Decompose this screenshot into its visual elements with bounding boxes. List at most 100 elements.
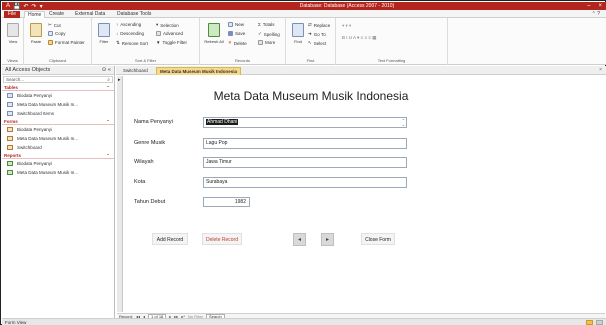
nav-item-table[interactable]: Meta Data Museum Musik In...: [2, 100, 114, 109]
font-controls[interactable]: ▾ ▾ ▾: [342, 23, 351, 29]
add-record-button[interactable]: Add Record: [152, 233, 188, 245]
customize-qat-icon[interactable]: ▾: [40, 3, 43, 10]
close-button[interactable]: ×: [598, 3, 602, 9]
field-label-wilayah: Wilayah: [134, 159, 154, 165]
views-group: View Views: [2, 18, 24, 65]
more-button[interactable]: More: [258, 40, 275, 45]
current-record-icon: ▸: [118, 77, 121, 83]
cut-button[interactable]: ✂ Cut: [48, 22, 61, 28]
close-document-icon[interactable]: ×: [599, 67, 602, 73]
field-label-kota: Kota: [134, 179, 146, 185]
table-icon: [7, 93, 13, 98]
toggle-filter-button[interactable]: ▼ Toggle Filter: [156, 40, 187, 45]
form-view-icon[interactable]: [586, 320, 593, 325]
view-button[interactable]: View: [4, 23, 22, 44]
goto-icon: ➜: [308, 31, 312, 36]
help-icon[interactable]: ⌃ ?: [592, 11, 600, 17]
layout-view-icon[interactable]: [596, 320, 603, 325]
ribbon: View Views Paste ✂ Cut Copy Format Painte…: [2, 18, 606, 65]
nav-section-forms[interactable]: Forms ⌃: [2, 118, 114, 125]
remove-sort-button[interactable]: ⇅ Remove Sort: [116, 40, 148, 46]
status-text: Form View: [5, 320, 27, 325]
toggle-filter-icon: ▼: [156, 40, 161, 45]
spelling-icon: ✓: [258, 31, 262, 36]
delete-record-form-button[interactable]: Delete Record: [202, 233, 242, 245]
next-record-button[interactable]: ▸: [321, 233, 334, 246]
selection-button[interactable]: ▾ Selection: [156, 22, 179, 28]
table-icon: [7, 102, 13, 107]
ribbon-tabs: File Home Create External Data Database …: [2, 10, 606, 18]
nav-section-reports[interactable]: Reports ⌃: [2, 152, 114, 159]
refresh-icon: [208, 23, 220, 37]
minimize-button[interactable]: –: [587, 3, 590, 9]
format-painter-button[interactable]: Format Painter: [48, 40, 85, 45]
chevron-up-icon: ⌃: [106, 85, 110, 90]
kota-field[interactable]: Surabaya: [203, 177, 407, 188]
totals-button[interactable]: Σ Totals: [258, 22, 275, 27]
text-formatting-group: ▾ ▾ ▾ B I U A ▾ ≡ ≡ ≡ ▦ Text Formatting: [336, 18, 448, 65]
spelling-button[interactable]: ✓ Spelling: [258, 31, 280, 37]
new-record-button[interactable]: New: [228, 22, 244, 27]
nav-item-report[interactable]: Meta Data Museum Musik In...: [2, 168, 114, 177]
select-button[interactable]: ↖ Select: [308, 40, 326, 46]
tab-home[interactable]: Home: [24, 11, 46, 18]
goto-button[interactable]: ➜ Go To: [308, 31, 326, 37]
tahun-debut-field[interactable]: 1982: [203, 197, 250, 207]
undo-icon[interactable]: ↶: [24, 3, 29, 10]
replace-icon: ⇄: [308, 22, 312, 27]
nav-item-table[interactable]: Switchboard Items: [2, 109, 114, 118]
quick-access-toolbar: A 💾 ↶ ↷ ▾: [6, 2, 43, 10]
wilayah-field[interactable]: Jawa Timur: [203, 157, 407, 168]
field-label-tahun-debut: Tahun Debut: [134, 199, 166, 205]
advanced-icon: [156, 31, 161, 36]
tab-external-data[interactable]: External Data: [72, 11, 108, 18]
nav-search-input[interactable]: Search... ⌕: [3, 76, 113, 83]
nav-section-tables[interactable]: Tables ⌃: [2, 84, 114, 91]
descending-button[interactable]: ↓ Descending: [116, 31, 144, 36]
nav-item-form[interactable]: Switchboard: [2, 143, 114, 152]
replace-button[interactable]: ⇄ Replace: [308, 22, 330, 28]
copy-button[interactable]: Copy: [48, 31, 66, 36]
save-icon[interactable]: 💾: [13, 3, 20, 10]
tab-database-tools[interactable]: Database Tools: [114, 11, 154, 18]
chevron-up-icon: ⌃: [106, 153, 110, 158]
selection-icon: ▾: [156, 22, 159, 27]
record-selector[interactable]: ▸: [117, 76, 123, 312]
search-icon: ⌕: [107, 77, 110, 83]
document-area: Switchboard Meta Data Museum Musik Indon…: [116, 66, 606, 320]
nav-item-form[interactable]: Meta Data Museum Musik In...: [2, 134, 114, 143]
nav-item-report[interactable]: Biodata Penyanyi: [2, 159, 114, 168]
paste-icon: [30, 23, 42, 37]
find-button[interactable]: Find: [289, 23, 307, 44]
field-label-nama-penyanyi: Nama Penyanyi: [134, 119, 173, 125]
close-form-button[interactable]: Close Form: [361, 233, 395, 245]
shutter-bar-icon[interactable]: ⊙ «: [102, 67, 111, 73]
copy-icon: [48, 31, 53, 36]
nav-item-form[interactable]: Biodata Penyanyi: [2, 125, 114, 134]
previous-record-button[interactable]: ◂: [293, 233, 306, 246]
tab-file[interactable]: File: [4, 11, 20, 18]
save-record-button[interactable]: Save: [228, 31, 245, 36]
cut-icon: ✂: [48, 22, 52, 27]
delete-record-button[interactable]: ✕ Delete: [228, 40, 247, 46]
remove-sort-icon: ⇅: [116, 40, 120, 45]
nav-item-table[interactable]: Biodata Penyanyi: [2, 91, 114, 100]
genre-musik-field[interactable]: Lagu Pop: [203, 138, 407, 149]
view-icon: [7, 23, 19, 37]
font-style-controls[interactable]: B I U A ▾ ≡ ≡ ≡ ▦: [342, 35, 376, 41]
refresh-all-button[interactable]: Refresh All: [203, 23, 225, 44]
advanced-button[interactable]: Advanced: [156, 31, 183, 36]
save-record-icon: [228, 31, 233, 36]
form-title: Meta Data Museum Musik Indonesia: [213, 89, 409, 103]
nav-pane-header[interactable]: All Access Objects ⊙ «: [2, 66, 114, 75]
doc-tab-switchboard[interactable]: Switchboard: [120, 67, 151, 75]
nama-penyanyi-field[interactable]: Ahmad Dhani ⌃ ⌄: [203, 117, 407, 128]
filter-button[interactable]: Filter: [95, 23, 113, 44]
redo-icon[interactable]: ↷: [32, 3, 37, 10]
doc-tab-form[interactable]: Meta Data Museum Musik Indonesia: [156, 67, 242, 75]
tab-create[interactable]: Create: [46, 11, 67, 18]
paste-button[interactable]: Paste: [27, 23, 45, 44]
field-scroll-icon[interactable]: ⌃ ⌄: [402, 119, 405, 127]
report-icon: [7, 161, 13, 166]
ascending-button[interactable]: ↑ Ascending: [116, 22, 141, 27]
